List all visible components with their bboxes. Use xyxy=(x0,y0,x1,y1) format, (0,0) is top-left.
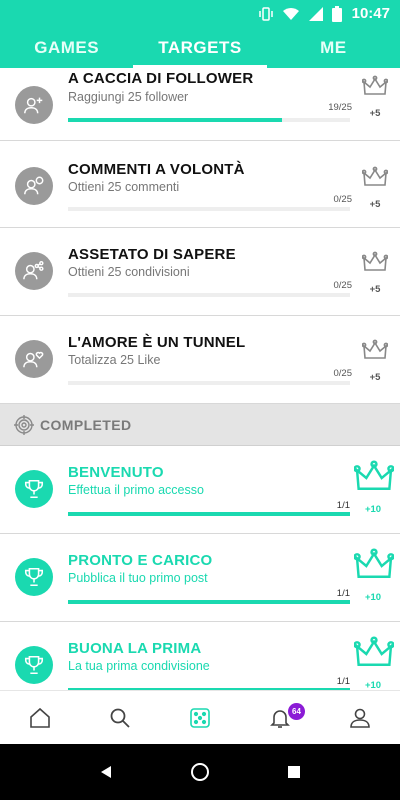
progress-bar xyxy=(68,118,350,122)
target-description: Pubblica il tuo primo post xyxy=(68,571,208,585)
crown-icon xyxy=(362,75,388,95)
user-heart-icon xyxy=(15,340,53,378)
progress-bar xyxy=(68,207,350,211)
reward-points: +10 xyxy=(364,504,382,515)
reward-points: +10 xyxy=(364,680,382,690)
trophy-icon xyxy=(15,558,53,596)
target-title: ASSETATO DI SAPERE xyxy=(68,246,236,263)
back-icon[interactable] xyxy=(98,764,114,780)
target-description: Ottieni 25 condivisioni xyxy=(68,265,190,279)
reward-points: +5 xyxy=(369,199,381,210)
target-icon xyxy=(14,414,34,435)
vibrate-icon xyxy=(258,6,273,21)
target-card[interactable]: A CACCIA DI FOLLOWER Raggiungi 25 follow… xyxy=(0,68,400,148)
progress-fill xyxy=(68,512,350,516)
clock: 10:47 xyxy=(351,5,390,22)
nav-profile[interactable] xyxy=(320,691,400,744)
reward-points: +5 xyxy=(369,372,381,383)
profile-icon xyxy=(350,708,370,728)
nav-home[interactable] xyxy=(0,691,80,744)
progress-fill xyxy=(68,600,350,604)
progress-count: 1/1 xyxy=(336,676,350,687)
signal-icon xyxy=(308,6,323,21)
completed-card[interactable]: PRONTO E CARICO Pubblica il tuo primo po… xyxy=(0,534,400,622)
target-card[interactable]: ASSETATO DI SAPERE Ottieni 25 condivisio… xyxy=(0,228,400,316)
nav-games[interactable] xyxy=(160,691,240,744)
reward-points: +5 xyxy=(369,284,381,295)
target-title: PRONTO E CARICO xyxy=(68,552,213,569)
target-card[interactable]: COMMENTI A VOLONTÀ Ottieni 25 commenti 0… xyxy=(0,140,400,228)
crown-icon xyxy=(362,339,388,359)
progress-bar xyxy=(68,293,350,297)
tab-games[interactable]: GAMES xyxy=(0,28,133,68)
top-tab-bar: GAMES TARGETS ME xyxy=(0,28,400,68)
add-user-icon xyxy=(15,86,53,124)
targets-list[interactable]: A CACCIA DI FOLLOWER Raggiungi 25 follow… xyxy=(0,68,400,690)
progress-bar xyxy=(68,600,350,604)
trophy-icon xyxy=(15,470,53,508)
target-description: Ottieni 25 commenti xyxy=(68,180,180,194)
progress-count: 1/1 xyxy=(336,500,350,511)
tab-me[interactable]: ME xyxy=(267,28,400,68)
section-label: COMPLETED xyxy=(40,416,132,433)
home-icon xyxy=(30,707,50,728)
crown-icon xyxy=(354,636,394,666)
completed-card[interactable]: BENVENUTO Effettua il primo accesso 1/1 … xyxy=(0,446,400,534)
home-button-icon[interactable] xyxy=(190,762,210,782)
wifi-icon xyxy=(282,7,299,20)
target-title: BUONA LA PRIMA xyxy=(68,640,202,657)
tab-targets[interactable]: TARGETS xyxy=(133,28,267,68)
progress-count: 0/25 xyxy=(333,280,353,291)
crown-icon xyxy=(354,460,394,490)
battery-icon xyxy=(331,5,342,22)
progress-count: 0/25 xyxy=(333,194,353,205)
progress-fill xyxy=(68,118,283,122)
target-card[interactable]: L'AMORE È UN TUNNEL Totalizza 25 Like 0/… xyxy=(0,316,400,404)
status-bar: 10:47 xyxy=(0,0,400,28)
target-description: Raggiungi 25 follower xyxy=(68,90,189,104)
user-comment-icon xyxy=(15,167,53,205)
completed-card[interactable]: BUONA LA PRIMA La tua prima condivisione… xyxy=(0,622,400,690)
crown-icon xyxy=(362,251,388,271)
progress-count: 19/25 xyxy=(328,102,352,113)
bottom-navigation: 64 xyxy=(0,690,400,744)
notification-badge: 64 xyxy=(288,703,305,720)
target-title: BENVENUTO xyxy=(68,464,164,481)
target-description: La tua prima condivisione xyxy=(68,659,210,673)
progress-count: 0/25 xyxy=(333,368,353,379)
dice-icon xyxy=(190,707,210,728)
nav-search[interactable] xyxy=(80,691,160,744)
progress-count: 1/1 xyxy=(336,588,350,599)
progress-bar xyxy=(68,381,350,385)
nav-notifications[interactable]: 64 xyxy=(240,691,320,744)
crown-icon xyxy=(354,548,394,578)
target-title: COMMENTI A VOLONTÀ xyxy=(68,161,245,178)
user-share-icon xyxy=(15,252,53,290)
trophy-icon xyxy=(15,646,53,684)
progress-bar xyxy=(68,512,350,516)
reward-points: +5 xyxy=(369,108,381,119)
search-icon xyxy=(110,708,130,728)
target-title: L'AMORE È UN TUNNEL xyxy=(68,334,246,351)
completed-section-header: COMPLETED xyxy=(0,404,400,446)
reward-points: +10 xyxy=(364,592,382,603)
target-description: Effettua il primo accesso xyxy=(68,483,204,497)
system-navigation-bar xyxy=(0,744,400,800)
crown-icon xyxy=(362,166,388,186)
recents-icon[interactable] xyxy=(286,764,302,780)
target-description: Totalizza 25 Like xyxy=(68,353,161,367)
target-title: A CACCIA DI FOLLOWER xyxy=(68,70,254,87)
